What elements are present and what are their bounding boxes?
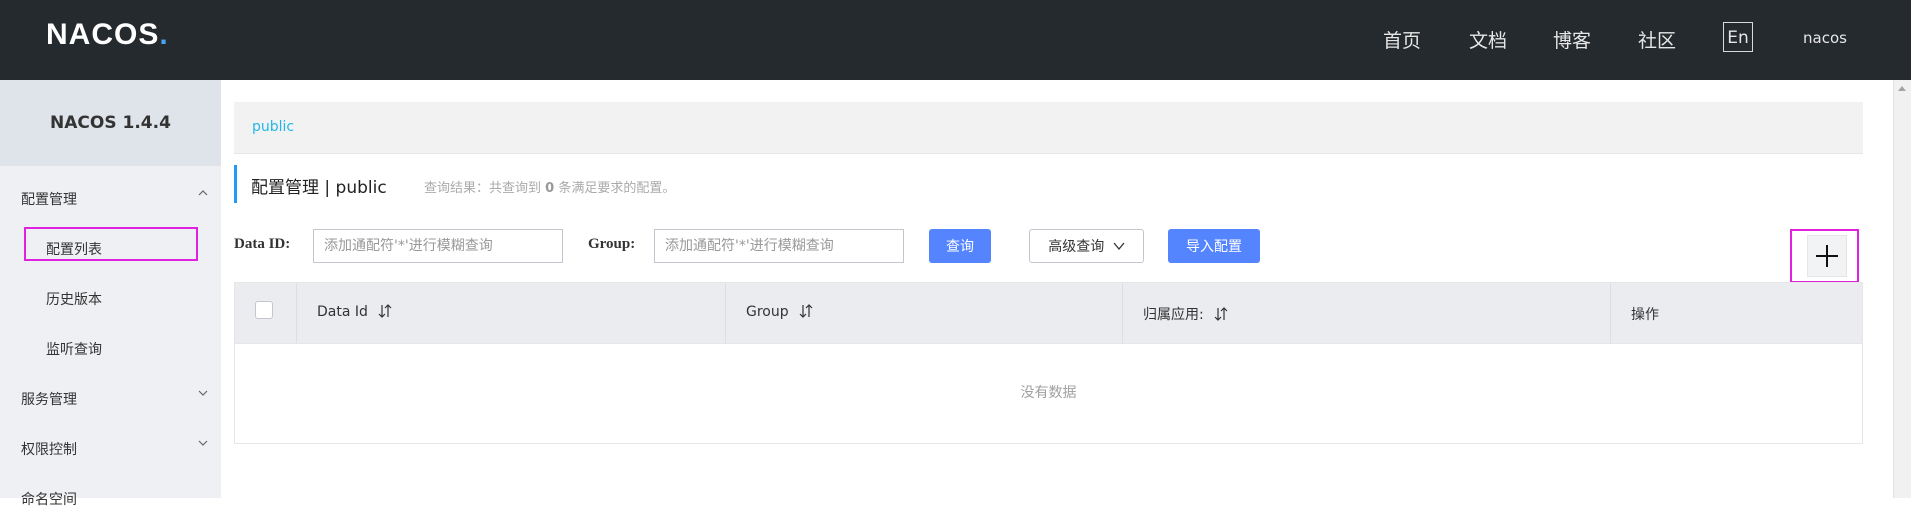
column-actions: 操作 bbox=[1611, 283, 1862, 343]
sidebar-item-history[interactable]: 历史版本 bbox=[0, 273, 221, 323]
nacos-logo[interactable]: NACOS. bbox=[46, 18, 169, 52]
sidebar-item-label: 命名空间 bbox=[21, 492, 77, 508]
result-count: 0 bbox=[545, 181, 555, 196]
column-data-id[interactable]: Data Id bbox=[297, 283, 726, 343]
config-table: Data Id Group 归属应用: 操作 没有数据 bbox=[234, 282, 1863, 444]
sidebar-item-label: 历史版本 bbox=[46, 292, 102, 308]
empty-state: 没有数据 bbox=[1020, 385, 1077, 401]
import-config-button[interactable]: 导入配置 bbox=[1168, 229, 1260, 263]
column-label: 归属应用: bbox=[1143, 307, 1204, 323]
sort-icon[interactable] bbox=[378, 304, 392, 318]
active-item-highlight bbox=[24, 227, 198, 261]
namespace-bar: public bbox=[234, 102, 1863, 154]
plus-icon bbox=[1816, 245, 1838, 267]
logo-text: NACOS bbox=[46, 18, 160, 51]
sort-icon[interactable] bbox=[1214, 307, 1228, 321]
column-group[interactable]: Group bbox=[726, 283, 1123, 343]
chevron-up-icon bbox=[198, 190, 208, 196]
sidebar-brand: NACOS 1.4.4 bbox=[0, 80, 221, 166]
sidebar-item-label: 监听查询 bbox=[46, 342, 102, 358]
sidebar: NACOS 1.4.4 配置管理 配置列表 历史版本 监听查询 服务管理 权限控… bbox=[0, 80, 221, 508]
result-prefix: 查询结果：共查询到 bbox=[424, 181, 542, 196]
nav-docs[interactable]: 文档 bbox=[1469, 26, 1507, 53]
chevron-down-icon bbox=[1113, 242, 1125, 251]
top-header: NACOS. 首页 文档 博客 社区 En nacos bbox=[0, 0, 1911, 80]
language-switch-button[interactable]: En bbox=[1723, 22, 1753, 52]
column-label: Group bbox=[746, 304, 789, 320]
table-header: Data Id Group 归属应用: 操作 bbox=[235, 283, 1862, 344]
column-app[interactable]: 归属应用: bbox=[1123, 283, 1611, 343]
nav-community[interactable]: 社区 bbox=[1638, 26, 1676, 53]
sidebar-item-listener-query[interactable]: 监听查询 bbox=[0, 323, 221, 373]
group-input[interactable] bbox=[654, 229, 904, 263]
select-all-checkbox[interactable] bbox=[255, 301, 273, 319]
column-label: 操作 bbox=[1631, 307, 1659, 323]
sidebar-item-label: 配置管理 bbox=[21, 192, 77, 208]
scroll-up-arrow-icon[interactable] bbox=[1898, 86, 1906, 91]
page-title-wrap: 配置管理 | public bbox=[234, 165, 387, 203]
select-all-cell bbox=[235, 283, 297, 343]
sort-icon[interactable] bbox=[799, 304, 813, 318]
sidebar-item-label: 服务管理 bbox=[21, 392, 77, 408]
query-button[interactable]: 查询 bbox=[929, 229, 991, 263]
sidebar-item-config-management[interactable]: 配置管理 bbox=[0, 173, 221, 223]
nav-home[interactable]: 首页 bbox=[1383, 26, 1421, 53]
logo-dot: . bbox=[159, 18, 169, 51]
group-label: Group: bbox=[588, 236, 636, 252]
add-config-button[interactable] bbox=[1807, 235, 1847, 277]
sidebar-item-label: 权限控制 bbox=[21, 442, 77, 458]
nav-blog[interactable]: 博客 bbox=[1553, 26, 1591, 53]
column-label: Data Id bbox=[317, 304, 368, 320]
sidebar-item-namespace[interactable]: 命名空间 bbox=[0, 473, 221, 523]
result-suffix: 条满足要求的配置。 bbox=[558, 181, 676, 196]
query-result-summary: 查询结果：共查询到 0 条满足要求的配置。 bbox=[424, 177, 675, 196]
chevron-down-icon bbox=[198, 440, 208, 446]
advanced-query-label: 高级查询 bbox=[1048, 239, 1105, 255]
chevron-down-icon bbox=[198, 390, 208, 396]
sidebar-item-access-control[interactable]: 权限控制 bbox=[0, 423, 221, 473]
data-id-input[interactable] bbox=[313, 229, 563, 263]
namespace-link-public[interactable]: public bbox=[252, 119, 294, 135]
data-id-label: Data ID: bbox=[234, 236, 291, 252]
sidebar-item-service-management[interactable]: 服务管理 bbox=[0, 373, 221, 423]
advanced-query-button[interactable]: 高级查询 bbox=[1029, 229, 1144, 263]
vertical-scrollbar[interactable] bbox=[1893, 80, 1911, 498]
user-menu[interactable]: nacos bbox=[1803, 29, 1847, 47]
page-title: 配置管理 | public bbox=[251, 178, 387, 198]
